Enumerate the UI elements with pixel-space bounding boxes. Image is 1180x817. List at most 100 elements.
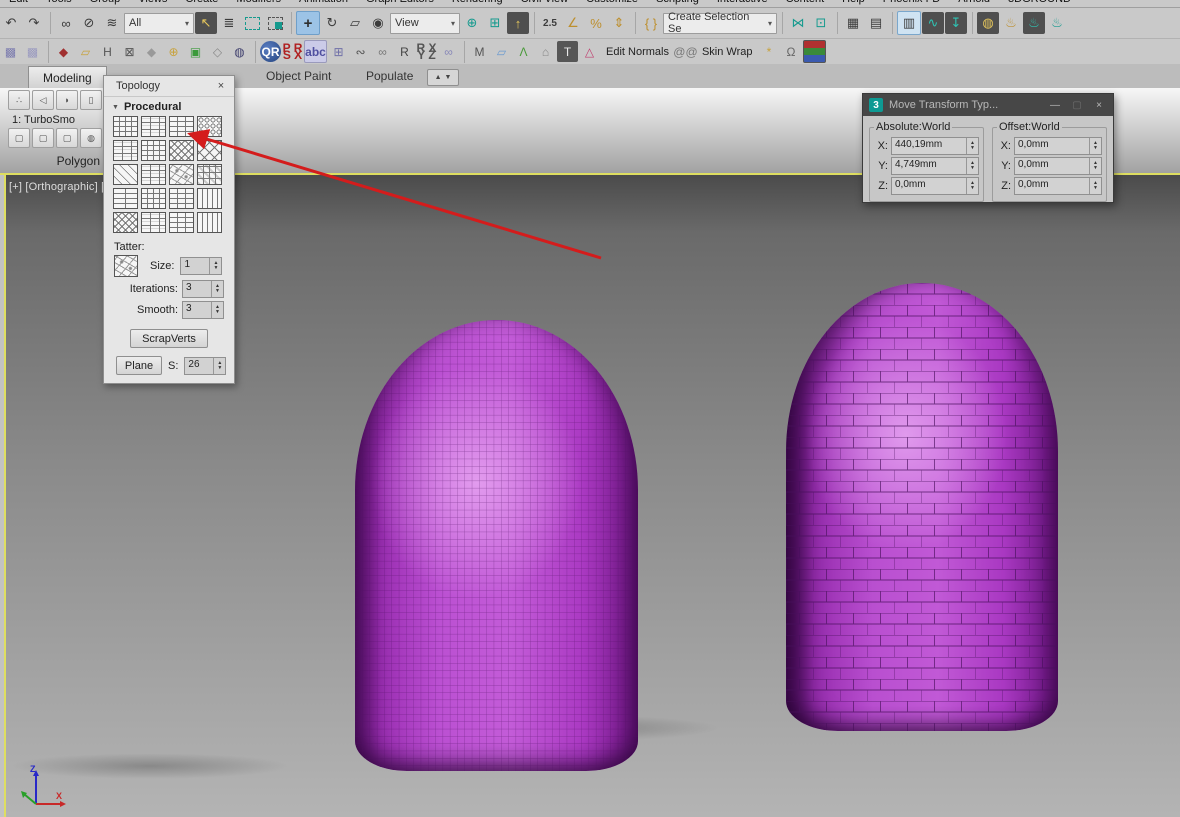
spinner-arrows-icon[interactable] — [213, 357, 225, 374]
soft-selection-icon[interactable]: △ — [579, 41, 600, 62]
minimize-icon[interactable]: — — [1047, 100, 1063, 111]
ribbon-collapse-button[interactable]: ▲ ▼ — [427, 69, 459, 86]
clone-options-icon[interactable]: ⊞ — [328, 41, 349, 62]
spinner-arrows-icon[interactable] — [209, 258, 221, 274]
menu-views[interactable]: Views — [129, 0, 176, 7]
viewport-label[interactable]: [+] [Orthographic] [ — [9, 181, 104, 193]
snaps-toggle-icon[interactable]: 2.5 — [539, 12, 561, 34]
s-spinner[interactable]: 26 — [184, 356, 227, 375]
bind-to-space-warp-icon[interactable]: ≋ — [101, 12, 123, 34]
rxyz-icon[interactable]: R X Y Z — [416, 41, 437, 62]
window-crossing-toggle-icon[interactable] — [264, 12, 286, 34]
stack-option-button-2[interactable]: ▢ — [32, 128, 54, 148]
topology-pattern-l-tiles[interactable] — [141, 188, 166, 209]
rectangular-selection-region-icon[interactable] — [241, 12, 263, 34]
topology-panel-titlebar[interactable]: Topology × — [104, 76, 234, 97]
diamond-outline-icon[interactable]: ◇ — [207, 41, 228, 62]
menu-group[interactable]: Group — [81, 0, 130, 7]
lattice-box-icon[interactable]: ⊠ — [119, 41, 140, 62]
percent-snap-icon[interactable]: % — [585, 12, 607, 34]
cursor-r-icon[interactable]: R — [394, 41, 415, 62]
menu-help[interactable]: Help — [833, 0, 874, 7]
spinner-arrows-icon[interactable] — [211, 281, 223, 297]
curve-editor-icon[interactable]: ∿ — [922, 12, 944, 34]
select-and-manipulate-icon[interactable]: ⊞ — [484, 12, 506, 34]
stack-option-button-3[interactable]: ▢ — [56, 128, 78, 148]
material-editor-icon[interactable]: ◍ — [977, 12, 999, 34]
menu-tools[interactable]: Tools — [37, 0, 81, 7]
edit-named-selection-sets-icon[interactable]: { } — [640, 12, 662, 34]
tab-populate[interactable]: Populate — [366, 69, 413, 83]
topology-pattern-panels[interactable] — [141, 116, 166, 137]
color-blocks-icon[interactable] — [802, 40, 826, 63]
selection-filter-dropdown[interactable]: All ▾ — [124, 12, 194, 34]
redo-icon[interactable]: ↷ — [23, 12, 45, 34]
menu-civil-view[interactable]: Civil View — [512, 0, 577, 7]
schematic-view-icon[interactable]: ↧ — [945, 12, 967, 34]
iterations-spinner[interactable]: 3 — [182, 280, 224, 298]
named-selection-sets-dropdown[interactable]: Create Selection Se ▾ — [663, 11, 777, 35]
absolute-z-field[interactable]: 0,0mm — [891, 177, 979, 195]
select-object-icon[interactable]: ↖ — [195, 12, 217, 34]
toggle-ribbon-icon[interactable]: ▥ — [897, 11, 921, 35]
topology-pattern-diamond[interactable] — [197, 140, 222, 161]
angle-snap-icon[interactable]: ∠ — [562, 12, 584, 34]
spinner-arrows-icon[interactable] — [1089, 178, 1101, 194]
sphere-grid-icon[interactable]: ◍ — [229, 41, 250, 62]
modifier-stack-entry[interactable]: 1: TurboSmo — [12, 114, 104, 126]
spinner-arrows-icon[interactable] — [966, 178, 978, 194]
undo-icon[interactable]: ↶ — [0, 12, 22, 34]
slice-planes-icon[interactable]: ▱ — [491, 41, 512, 62]
render-production-icon[interactable]: ♨ — [1046, 12, 1068, 34]
capsule-object-bricks[interactable] — [786, 283, 1058, 731]
stack-option-button-1[interactable]: ▢ — [8, 128, 30, 148]
menu-phoenix-fd[interactable]: Phoenix FD — [874, 0, 949, 7]
skull-icon[interactable]: Ω — [781, 41, 802, 62]
shield-icon[interactable]: ⌂ — [535, 41, 556, 62]
close-icon[interactable]: × — [215, 80, 227, 92]
topology-pattern-voronoi[interactable] — [169, 164, 194, 185]
offset-z-field[interactable]: 0,0mm — [1014, 177, 1102, 195]
menu-content[interactable]: Content — [777, 0, 834, 7]
menu-interactive[interactable]: Interactive — [708, 0, 777, 7]
select-and-rotate-icon[interactable]: ↻ — [321, 12, 343, 34]
edit-normals-button[interactable]: Edit Normals — [601, 46, 674, 58]
text-abc-icon[interactable]: abc — [304, 40, 327, 63]
menu-animation[interactable]: Animation — [290, 0, 357, 7]
pinwheel-modifier-icon[interactable]: ◆ — [53, 41, 74, 62]
morph-icon[interactable]: H — [97, 41, 118, 62]
tatter-pattern-icon[interactable] — [114, 255, 138, 277]
toggle-scene-explorer-icon[interactable]: ▦ — [842, 12, 864, 34]
noodle-constraint-icon[interactable]: ∾ — [350, 41, 371, 62]
box-fold-icon[interactable]: ▱ — [75, 41, 96, 62]
max-curve-icon[interactable]: M — [469, 41, 490, 62]
topology-pattern-columns[interactable] — [197, 212, 222, 233]
select-and-scale-icon[interactable]: ▱ — [344, 12, 366, 34]
spinner-arrows-icon[interactable] — [966, 158, 978, 174]
use-pivot-point-center-icon[interactable]: ⊕ — [461, 12, 483, 34]
spinner-arrows-icon[interactable] — [1089, 138, 1101, 154]
keyboard-shortcut-override-icon[interactable]: ↑ — [507, 12, 529, 34]
spheres-pair-icon[interactable]: ∞ — [438, 41, 459, 62]
diamond-gray-icon[interactable]: ◆ — [141, 41, 162, 62]
box-t-icon[interactable]: T — [557, 41, 578, 62]
maximize-icon[interactable]: ▢ — [1069, 100, 1085, 111]
topology-pattern-weave[interactable] — [197, 164, 222, 185]
menu-rendering[interactable]: Rendering — [443, 0, 512, 7]
offset-x-field[interactable]: 0,0mm — [1014, 137, 1102, 155]
green-camera-icon[interactable]: ▣ — [185, 41, 206, 62]
tab-object-paint[interactable]: Object Paint — [266, 69, 331, 83]
topology-pattern-stripes[interactable] — [197, 188, 222, 209]
spinner-snap-icon[interactable]: ⇕ — [608, 12, 630, 34]
reference-coordinate-system-dropdown[interactable]: View ▾ — [390, 12, 460, 34]
magic-wand-icon[interactable]: * — [759, 41, 780, 62]
topology-pattern-bricks[interactable] — [169, 116, 194, 137]
topology-pattern-paving[interactable] — [113, 140, 138, 161]
select-by-name-icon[interactable]: ≣ — [218, 12, 240, 34]
absolute-y-field[interactable]: 4,749mm — [891, 157, 979, 175]
topology-pattern-stones[interactable] — [141, 140, 166, 161]
close-icon[interactable]: × — [1091, 100, 1107, 111]
vertex-color-icon[interactable]: ▩ — [22, 41, 43, 62]
menu-3dground[interactable]: 3DGROUND — [999, 0, 1080, 7]
subobject-button-2[interactable]: ◁ — [32, 90, 54, 110]
